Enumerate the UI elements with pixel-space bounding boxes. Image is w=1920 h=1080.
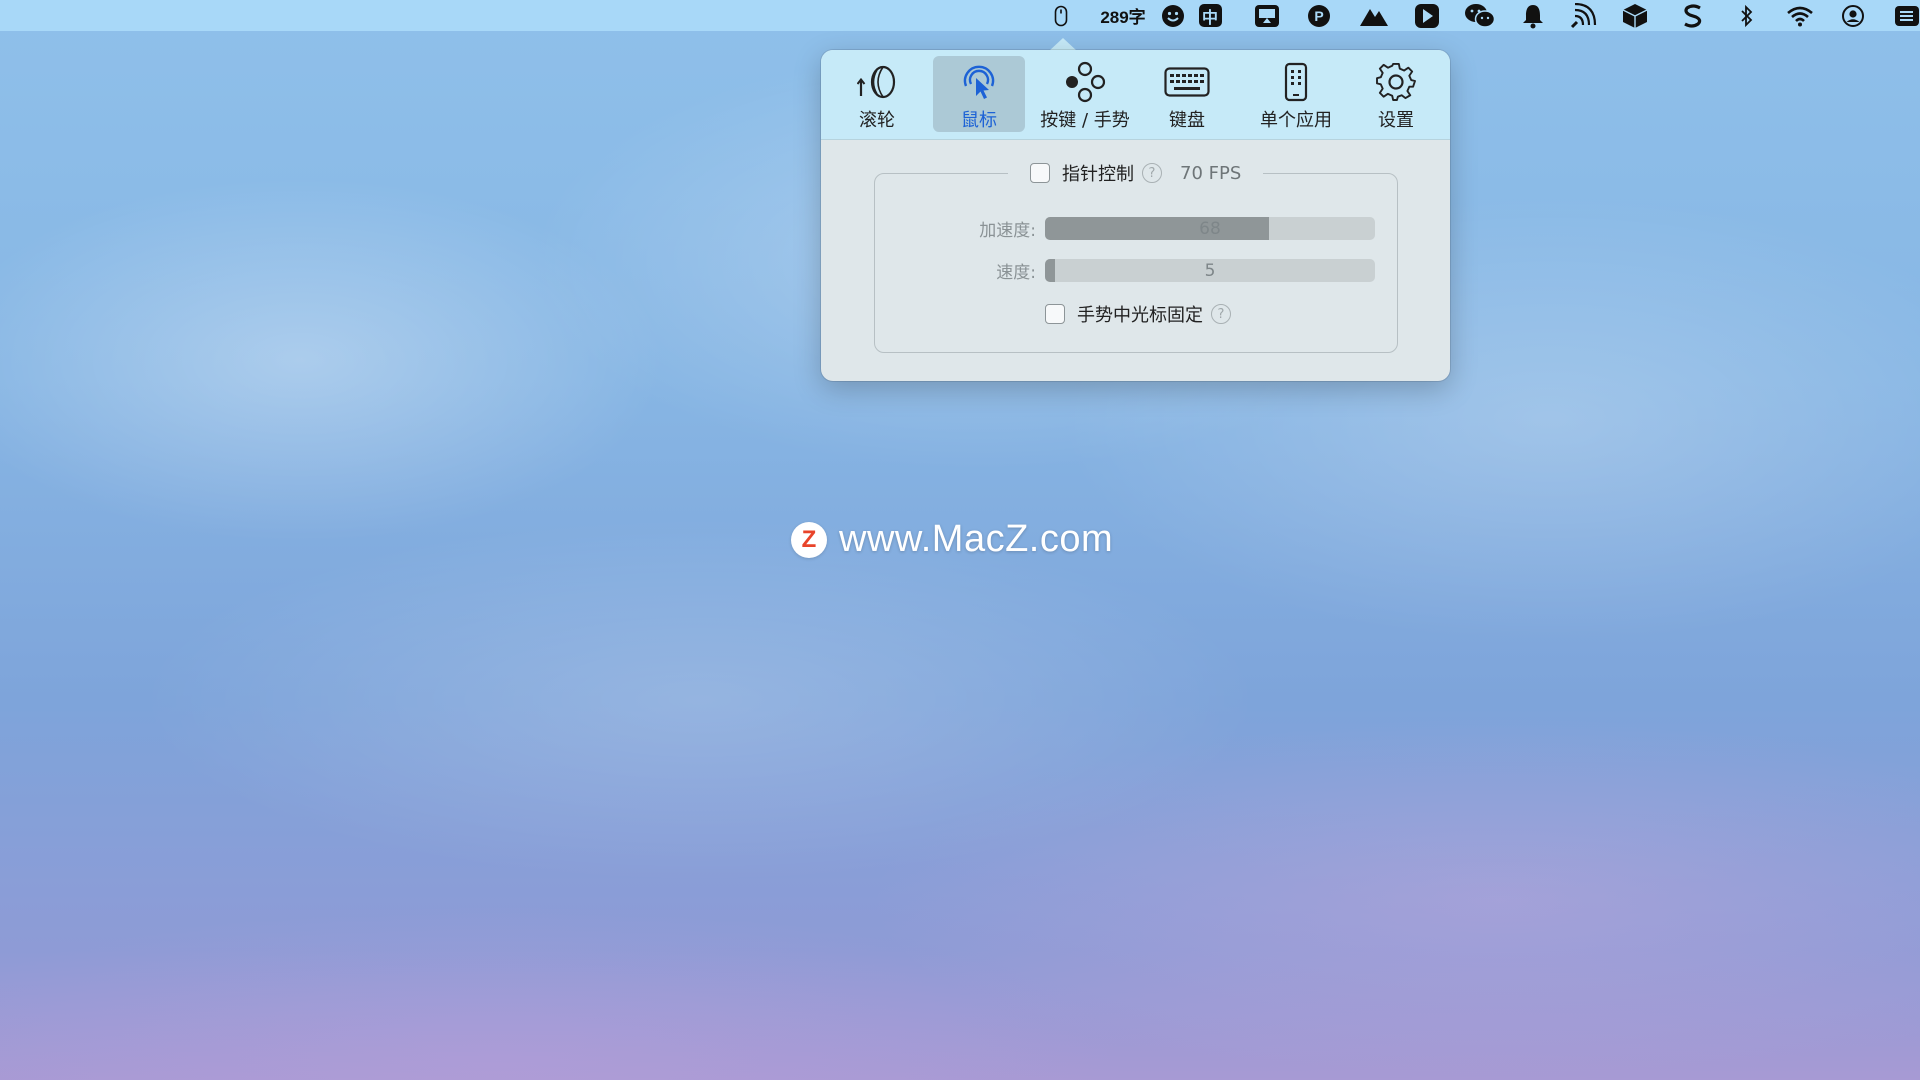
watermark-text: www.MacZ.com: [839, 518, 1114, 560]
mouse-icon[interactable]: [1049, 0, 1073, 31]
fps-readout: 70 FPS: [1180, 162, 1242, 184]
tab-buttons-gestures[interactable]: 按键 / 手势: [1035, 56, 1135, 132]
emoji-icon[interactable]: [1160, 0, 1186, 31]
mountain-icon[interactable]: [1358, 0, 1390, 31]
tab-settings[interactable]: 设置: [1353, 56, 1439, 132]
wifi-icon[interactable]: [1784, 0, 1816, 31]
speed-slider[interactable]: 5: [1045, 259, 1375, 282]
buttons-gesture-icon: [1064, 60, 1106, 104]
play-tag-icon[interactable]: [1414, 0, 1440, 31]
sidebar-icon[interactable]: [1892, 0, 1920, 31]
mouse-settings-popover: 滚轮 鼠标 按键 / 手势 键盘 单个应用 设置 指针控制 ? 70 FPS 加…: [821, 50, 1450, 381]
s-brand-icon[interactable]: [1680, 0, 1706, 31]
pointer-control-label: 指针控制: [1062, 164, 1134, 185]
input-method-icon[interactable]: 中: [1197, 0, 1223, 31]
pointer-control-help-icon[interactable]: ?: [1142, 163, 1162, 183]
watermark: Z www.MacZ.com: [791, 518, 1113, 561]
speed-value: 5: [1204, 260, 1216, 281]
scroll-wheel-icon: [857, 60, 897, 104]
macz-logo: Z: [791, 521, 827, 558]
acceleration-label: 加速度:: [979, 221, 1036, 241]
p-circle-icon[interactable]: P: [1306, 0, 1332, 31]
pointer-icon: [959, 60, 999, 104]
user-circle-icon[interactable]: [1840, 0, 1866, 31]
tab-label: 设置: [1378, 110, 1414, 131]
gear-icon: [1376, 60, 1416, 104]
lock-cursor-row: 手势中光标固定 ?: [1045, 301, 1231, 327]
pointer-control-checkbox[interactable]: [1030, 163, 1050, 183]
menu-bar: 289字 中 P: [0, 0, 1920, 31]
cube-icon[interactable]: [1620, 0, 1650, 31]
tab-label: 键盘: [1169, 110, 1205, 131]
signal-icon[interactable]: [1568, 0, 1598, 31]
bell-icon[interactable]: [1520, 0, 1546, 31]
acceleration-value: 68: [1199, 218, 1221, 239]
screen-share-icon[interactable]: [1253, 0, 1281, 31]
tab-single-app[interactable]: 单个应用: [1241, 56, 1351, 132]
input-method-label: 中: [1201, 7, 1218, 27]
tab-bar: 滚轮 鼠标 按键 / 手势 键盘 单个应用 设置: [821, 50, 1450, 140]
keyboard-icon: [1164, 60, 1210, 104]
tab-keyboard[interactable]: 键盘: [1142, 56, 1232, 132]
macz-logo-letter: Z: [801, 525, 817, 553]
lock-cursor-checkbox[interactable]: [1045, 304, 1065, 324]
svg-text:P: P: [1314, 8, 1323, 24]
tab-mouse[interactable]: 鼠标: [933, 56, 1025, 132]
word-count[interactable]: 289字: [1096, 0, 1150, 31]
wechat-icon[interactable]: [1464, 0, 1496, 31]
lock-cursor-label: 手势中光标固定: [1077, 305, 1203, 326]
tab-label: 按键 / 手势: [1040, 110, 1130, 131]
lock-cursor-help-icon[interactable]: ?: [1211, 304, 1231, 324]
tab-scroll-wheel[interactable]: 滚轮: [832, 56, 922, 132]
tab-label: 单个应用: [1260, 110, 1332, 131]
tab-label: 滚轮: [859, 110, 895, 131]
acceleration-slider[interactable]: 68: [1045, 217, 1375, 240]
pointer-control-header: 指针控制 ? 70 FPS: [1008, 158, 1264, 188]
speed-label: 速度:: [996, 263, 1036, 283]
bluetooth-icon[interactable]: [1736, 0, 1758, 31]
single-app-icon: [1283, 60, 1309, 104]
tab-label: 鼠标: [961, 110, 997, 131]
